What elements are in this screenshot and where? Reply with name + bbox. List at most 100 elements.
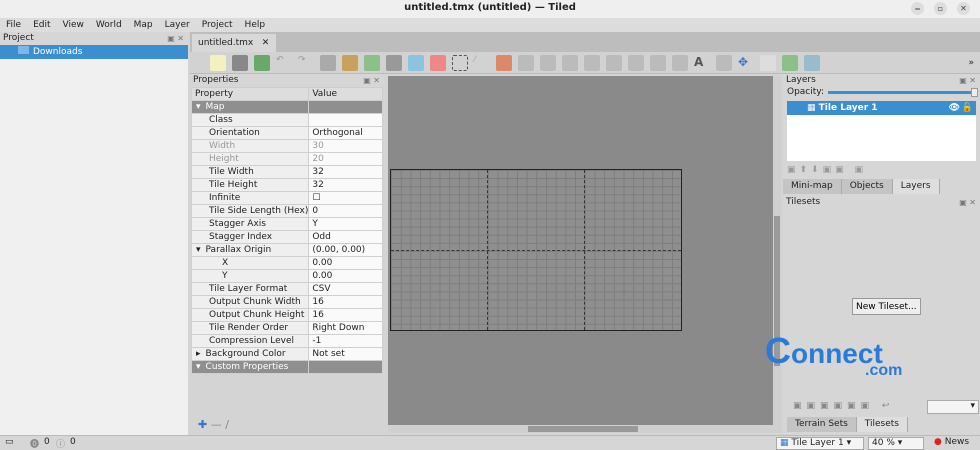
new-tileset-button[interactable]: New Tileset... [852, 298, 921, 315]
property-value[interactable]: (0.00, 0.00) [308, 243, 383, 257]
property-row[interactable]: Width 30 [190, 139, 383, 153]
edit-polygons-icon[interactable] [540, 54, 556, 71]
property-row[interactable]: Stagger Index Odd [190, 230, 383, 244]
layer-item[interactable]: ▦ Tile Layer 1 👁 🔓 [787, 101, 976, 115]
property-value[interactable] [308, 360, 383, 374]
property-value[interactable]: 30 [308, 139, 383, 153]
property-row[interactable]: Tile Layer Format CSV [190, 282, 383, 296]
select-same-tile-icon[interactable] [496, 54, 512, 71]
tab-objects[interactable]: Objects [841, 179, 893, 194]
menu-help[interactable]: Help [239, 18, 272, 32]
panel-controls[interactable]: ▣ ✕ [959, 196, 976, 209]
property-row[interactable]: Tile Side Length (Hex) 0 [190, 204, 383, 218]
property-row[interactable]: Compression Level -1 [190, 334, 383, 348]
property-row[interactable]: Class [190, 113, 383, 127]
console-icon[interactable]: ▭ [5, 437, 14, 447]
property-row[interactable]: Tile Width 32 [190, 165, 383, 179]
property-value[interactable]: Orthogonal [308, 126, 383, 140]
close-tab-icon[interactable]: ✕ [262, 38, 270, 48]
property-row[interactable]: Tile Render Order Right Down [190, 321, 383, 335]
property-row[interactable]: ▸ Background Color Not set [190, 347, 383, 361]
tileset-combo[interactable]: ▾ [927, 400, 979, 414]
select-objects-icon[interactable] [518, 54, 534, 71]
property-value[interactable]: ☐ [308, 191, 383, 205]
property-row[interactable]: Output Chunk Width 16 [190, 295, 383, 309]
tile-map-grid[interactable] [390, 169, 682, 331]
property-value[interactable] [308, 100, 383, 114]
tab-minimap[interactable]: Mini-map [783, 179, 842, 194]
property-value[interactable]: 0.00 [308, 256, 383, 270]
tab-untitled[interactable]: untitled.tmx ✕ [192, 34, 276, 52]
insert-ellipse-icon[interactable] [606, 54, 622, 71]
eraser-icon[interactable] [430, 54, 446, 71]
add-property-icon[interactable]: ✚ [198, 418, 207, 431]
magic-wand-icon[interactable]: ⁄ [474, 55, 490, 71]
save-icon[interactable] [254, 54, 270, 71]
panel-controls[interactable]: ▣ ✕ [959, 74, 976, 87]
expand-icon[interactable]: ▾ [196, 102, 201, 112]
property-value[interactable]: 32 [308, 178, 383, 192]
property-row[interactable]: X 0.00 [190, 256, 383, 270]
rename-property-icon[interactable]: ∕ [225, 418, 229, 431]
menu-edit[interactable]: Edit [27, 18, 56, 32]
terrain-brush-icon[interactable] [364, 54, 380, 71]
overflow-icon[interactable]: » [968, 58, 974, 68]
property-row[interactable]: Height 20 [190, 152, 383, 166]
menu-map[interactable]: Map [128, 18, 159, 32]
move-icon[interactable]: ✥ [738, 55, 754, 71]
property-row[interactable]: Output Chunk Height 16 [190, 308, 383, 322]
project-item-downloads[interactable]: Downloads [0, 45, 188, 59]
close-button[interactable]: ✕ [957, 2, 970, 15]
undo-icon[interactable]: ↶ [276, 55, 292, 71]
property-value[interactable] [308, 113, 383, 127]
wang-fill-icon[interactable] [782, 54, 798, 71]
property-value[interactable]: Not set [308, 347, 383, 361]
insert-rectangle-icon[interactable] [562, 54, 578, 71]
property-value[interactable]: Y [308, 217, 383, 231]
property-row[interactable]: ▾ Parallax Origin (0.00, 0.00) [190, 243, 383, 257]
tab-layers[interactable]: Layers [892, 179, 940, 194]
tab-terrain-sets[interactable]: Terrain Sets [787, 417, 857, 432]
new-icon[interactable] [210, 54, 226, 71]
insert-tile-icon[interactable] [650, 54, 666, 71]
stamp-brush-icon[interactable] [342, 54, 358, 71]
rect-select-icon[interactable] [452, 54, 468, 71]
property-value[interactable]: Right Down [308, 321, 383, 335]
zoom-combo[interactable]: 40 % ▾ [868, 437, 924, 450]
property-value[interactable]: 20 [308, 152, 383, 166]
commands-icon[interactable] [320, 54, 336, 71]
world-tool-icon[interactable] [716, 54, 732, 71]
bucket-fill-icon[interactable] [386, 54, 402, 71]
visibility-icon[interactable]: 👁 [949, 101, 960, 115]
news-button[interactable]: ● News [934, 437, 969, 447]
property-value[interactable]: 16 [308, 295, 383, 309]
property-row[interactable]: Stagger Axis Y [190, 217, 383, 231]
panel-controls[interactable]: ▣ ✕ [363, 74, 380, 87]
remove-property-icon[interactable]: — [211, 418, 222, 431]
minimize-button[interactable]: ‒ [911, 2, 924, 15]
property-value[interactable]: -1 [308, 334, 383, 348]
opacity-slider[interactable] [828, 88, 978, 97]
tab-tilesets[interactable]: Tilesets [856, 417, 908, 432]
property-value[interactable]: Odd [308, 230, 383, 244]
property-row[interactable]: ▾ Map [190, 100, 383, 114]
layer-actions[interactable]: ▣⬆⬇▣▣ ▣ [783, 161, 980, 179]
shape-fill-icon[interactable] [408, 54, 424, 71]
redo-icon[interactable]: ↷ [298, 55, 314, 71]
menu-file[interactable]: File [0, 18, 27, 32]
menu-world[interactable]: World [90, 18, 128, 32]
property-row[interactable]: Orientation Orthogonal [190, 126, 383, 140]
flip-icon[interactable] [804, 54, 820, 71]
property-value[interactable]: 16 [308, 308, 383, 322]
menu-layer[interactable]: Layer [159, 18, 196, 32]
insert-point-icon[interactable] [584, 54, 600, 71]
open-icon[interactable] [232, 54, 248, 71]
lock-icon[interactable]: 🔓 [962, 101, 973, 115]
property-value[interactable]: CSV [308, 282, 383, 296]
random-mode-icon[interactable] [760, 54, 776, 71]
insert-text-icon[interactable]: A [694, 55, 710, 71]
property-value[interactable]: 32 [308, 165, 383, 179]
layer-combo[interactable]: ▦ Tile Layer 1 ▾ [776, 437, 864, 450]
panel-controls[interactable]: ▣ ✕ [167, 32, 184, 45]
property-row[interactable]: Y 0.00 [190, 269, 383, 283]
